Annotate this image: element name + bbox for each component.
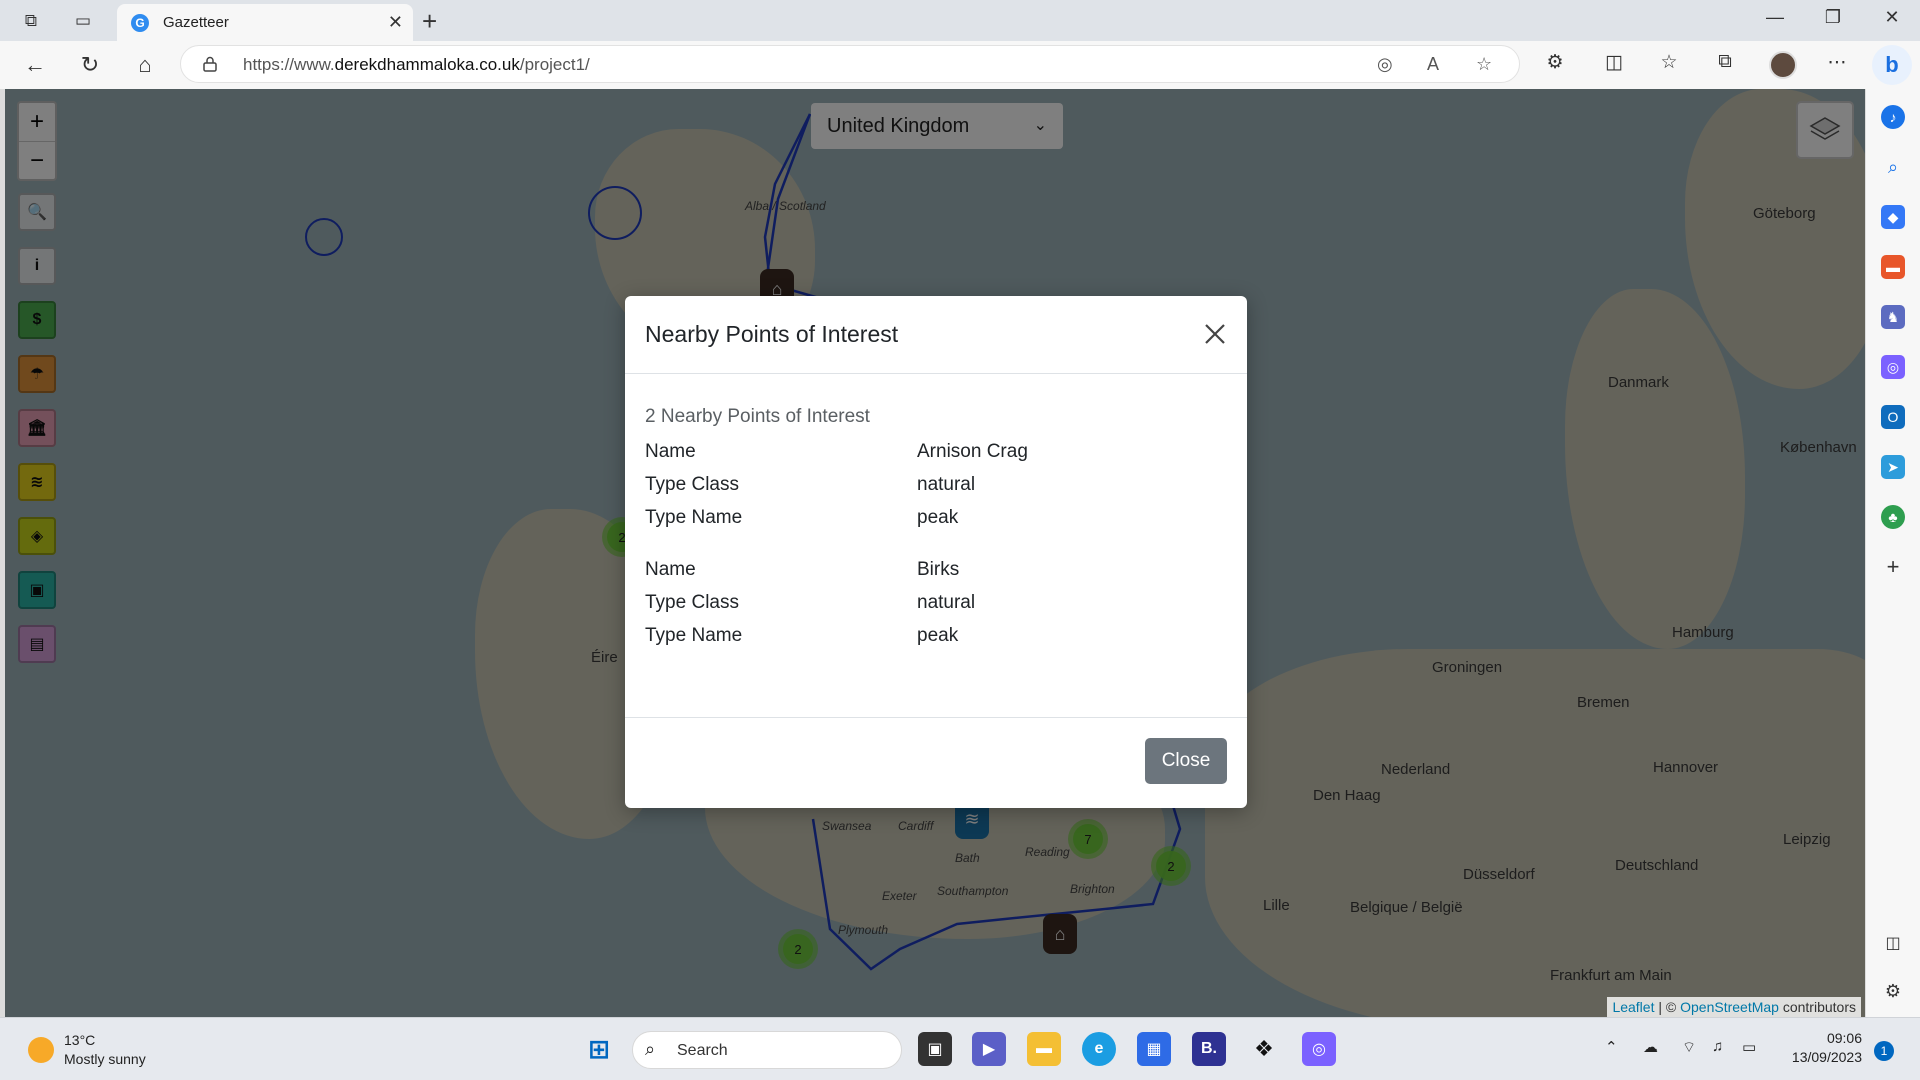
search-icon: ⌕: [645, 1039, 656, 1059]
tab-title: Gazetteer: [163, 14, 229, 31]
poi-key: Type Class: [645, 592, 739, 613]
back-button[interactable]: ←: [18, 49, 52, 81]
b-app-icon[interactable]: B.: [1192, 1032, 1226, 1066]
favorite-star-icon[interactable]: ☆: [1476, 54, 1492, 75]
extensions-icon[interactable]: ⚙: [1540, 51, 1570, 74]
volume-icon[interactable]: ♫: [1712, 1038, 1723, 1055]
modal-body: 2 Nearby Points of Interest Name Arnison …: [625, 375, 1247, 717]
collections-icon[interactable]: ⧉: [1710, 51, 1740, 73]
teams-icon[interactable]: ▶: [972, 1032, 1006, 1066]
poi-row: Name Arnison Crag: [645, 441, 1225, 474]
send-icon[interactable]: ➤: [1881, 455, 1905, 479]
games-icon[interactable]: ♞: [1881, 305, 1905, 329]
search-label: Search: [677, 1042, 728, 1059]
settings-gear-icon[interactable]: ⚙: [1881, 979, 1905, 1003]
outlook-icon[interactable]: O: [1881, 405, 1905, 429]
poi-modal: Nearby Points of Interest 2 Nearby Point…: [625, 296, 1247, 808]
tools-icon[interactable]: ▬: [1881, 255, 1905, 279]
weather-sun-icon[interactable]: [28, 1037, 54, 1063]
poi-value: peak: [917, 625, 959, 646]
add-icon[interactable]: +: [1881, 554, 1905, 579]
new-tab-button[interactable]: +: [422, 6, 437, 37]
minimize-button[interactable]: —: [1760, 7, 1790, 28]
poi-value: Birks: [917, 559, 960, 580]
notification-bell-icon[interactable]: ♪: [1881, 105, 1905, 129]
edge-icon[interactable]: e: [1082, 1032, 1116, 1066]
poi-value: peak: [917, 507, 959, 528]
poi-value: natural: [917, 592, 976, 613]
modal-header: Nearby Points of Interest: [625, 296, 1247, 374]
clock-date: 13/09/2023: [1791, 1049, 1862, 1065]
split-screen-icon[interactable]: ◫: [1599, 51, 1629, 74]
battery-icon[interactable]: ▭: [1742, 1038, 1756, 1056]
onedrive-icon[interactable]: ☁: [1643, 1038, 1658, 1056]
poi-row: Type Name peak: [645, 625, 1225, 658]
clock[interactable]: 09:06 13/09/2023: [1778, 1029, 1862, 1067]
poi-key: Name: [645, 559, 696, 580]
poi-entry: Name Birks Type Class natural Type Name pea…: [645, 559, 1225, 658]
microsoft-365-icon[interactable]: ◎: [1881, 355, 1905, 379]
poi-value: Arnison Crag: [917, 441, 1028, 462]
close-icon[interactable]: [1199, 318, 1231, 350]
poi-key: Type Name: [645, 507, 743, 528]
shopping-tag-icon[interactable]: ◆: [1881, 205, 1905, 229]
clock-time: 09:06: [1826, 1030, 1862, 1046]
poi-key: Type Name: [645, 625, 743, 646]
url-text: https://www.derekdhammaloka.co.uk/projec…: [243, 55, 590, 74]
poi-count: 2 Nearby Points of Interest: [645, 406, 870, 427]
windows-start-icon[interactable]: ⊞: [582, 1032, 616, 1066]
modal-footer: Close: [625, 717, 1247, 808]
browser-tab-bar: ⧉ ▭ G Gazetteer ✕ + — ❐ ✕: [0, 0, 1920, 41]
wifi-icon[interactable]: ⌔: [1682, 1038, 1696, 1057]
poi-row: Type Name peak: [645, 507, 1225, 540]
close-button[interactable]: Close: [1145, 738, 1227, 784]
more-options-icon[interactable]: ⋯: [1822, 51, 1852, 74]
notification-badge[interactable]: 1: [1874, 1041, 1894, 1061]
poi-entry: Name Arnison Crag Type Class natural Type …: [645, 441, 1225, 540]
dropbox-icon[interactable]: ❖: [1247, 1032, 1281, 1066]
poi-row: Type Class natural: [645, 474, 1225, 507]
osm-link[interactable]: OpenStreetMap: [1680, 999, 1779, 1015]
edge-sidebar: ♪ ⌕ ◆ ▬ ♞ ◎ O ➤ ♣ + ◫ ⚙: [1866, 89, 1920, 1017]
poi-key: Name: [645, 441, 696, 462]
leaflet-link[interactable]: Leaflet: [1612, 999, 1654, 1015]
browser-tab[interactable]: G Gazetteer ✕: [117, 4, 413, 41]
show-hidden-icons-icon[interactable]: ⌃: [1605, 1038, 1618, 1056]
address-bar[interactable]: https://www.derekdhammaloka.co.uk/projec…: [180, 45, 1520, 83]
poi-row: Type Class natural: [645, 592, 1225, 625]
window-close-button[interactable]: ✕: [1877, 7, 1907, 28]
hide-sidebar-icon[interactable]: ◫: [1881, 931, 1905, 955]
profile-avatar[interactable]: [1769, 51, 1797, 79]
map-attribution: Leaflet | © OpenStreetMap contributors: [1607, 997, 1861, 1017]
favorites-icon[interactable]: ☆: [1654, 51, 1684, 74]
task-view-icon[interactable]: ▣: [918, 1032, 952, 1066]
file-explorer-icon[interactable]: ▬: [1027, 1032, 1061, 1066]
workspaces-icon[interactable]: ⧉: [18, 8, 44, 34]
weather-desc[interactable]: Mostly sunny: [64, 1051, 146, 1067]
lock-icon[interactable]: [203, 56, 217, 72]
home-button[interactable]: ⌂: [128, 49, 162, 81]
restore-button[interactable]: ❐: [1818, 7, 1848, 28]
tab-favicon-icon: G: [131, 13, 149, 32]
poi-key: Type Class: [645, 474, 739, 495]
copilot-icon[interactable]: ◎: [1302, 1032, 1336, 1066]
tree-icon[interactable]: ♣: [1881, 505, 1905, 529]
address-row: ← ↻ ⌂ https://www.derekdhammaloka.co.uk/…: [0, 41, 1920, 89]
bing-copilot-icon[interactable]: b: [1872, 45, 1912, 85]
tab-close-icon[interactable]: ✕: [388, 12, 403, 33]
store-icon[interactable]: ▦: [1137, 1032, 1171, 1066]
refresh-button[interactable]: ↻: [73, 49, 107, 81]
modal-title: Nearby Points of Interest: [645, 321, 899, 347]
tab-actions-icon[interactable]: ▭: [70, 8, 96, 34]
taskbar-search[interactable]: ⌕ Search: [632, 1031, 902, 1069]
search-icon[interactable]: ⌕: [1881, 155, 1905, 179]
read-aloud-icon[interactable]: A: [1427, 54, 1439, 75]
taskbar: 13°C Mostly sunny ⊞ ⌕ Search ▣ ▶ ▬ e ▦ B…: [0, 1017, 1920, 1080]
location-permission-icon[interactable]: ◎: [1377, 54, 1393, 75]
weather-temp[interactable]: 13°C: [64, 1032, 95, 1048]
poi-value: natural: [917, 474, 976, 495]
poi-row: Name Birks: [645, 559, 1225, 592]
